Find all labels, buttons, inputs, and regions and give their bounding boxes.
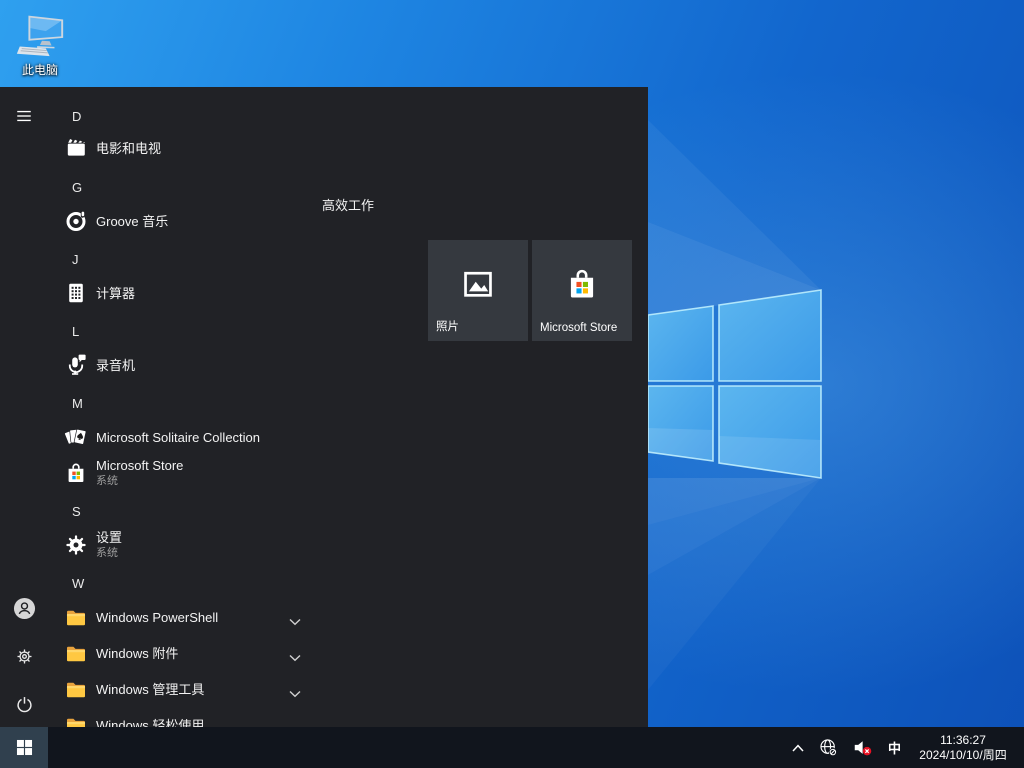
app-list-item[interactable]: Windows 附件 [52, 635, 308, 671]
movies-tv-icon [64, 136, 88, 160]
clock-time: 11:36:27 [940, 733, 986, 748]
section-header-J[interactable]: J [52, 241, 308, 277]
volume-muted-icon [852, 737, 874, 759]
start-menu: D 电影和电视 G Groove 音乐 J 计算器 L 录音机 M Microsoft … [0, 87, 648, 727]
app-list-item[interactable]: 计算器 [52, 275, 308, 311]
voice-recorder-icon [64, 353, 88, 377]
chevron-up-icon [791, 741, 805, 755]
app-label: Groove 音乐 [96, 214, 168, 229]
tile-label: 照片 [436, 318, 459, 334]
app-list-item[interactable]: Groove 音乐 [52, 203, 308, 239]
power-button[interactable] [0, 680, 48, 727]
solitaire-icon [64, 425, 88, 449]
user-icon [13, 597, 36, 620]
app-list-item[interactable]: Windows 轻松使用 [52, 707, 308, 727]
section-header-G[interactable]: G [52, 169, 308, 205]
ime-mode-indicator[interactable]: 中 [884, 738, 905, 757]
tile-store[interactable]: Microsoft Store [532, 240, 632, 341]
section-header-W[interactable]: W [52, 565, 308, 601]
start-menu-rail [0, 87, 48, 727]
settings-button[interactable] [0, 632, 48, 680]
section-header-M[interactable]: M [52, 385, 308, 421]
desktop-icon-label: 此电脑 [22, 61, 58, 78]
gear-icon [14, 646, 35, 667]
section-letter: M [52, 396, 83, 411]
app-list-item[interactable]: 录音机 [52, 347, 308, 383]
network-status-button[interactable] [815, 727, 842, 768]
section-letter: W [52, 576, 84, 591]
folder-icon [64, 677, 88, 701]
chevron-down-icon[interactable] [289, 613, 301, 621]
desktop-icon-this-pc[interactable]: 此电脑 [10, 6, 70, 78]
folder-icon [64, 641, 88, 665]
taskbar: 中 11:36:27 2024/10/10/周四 [0, 727, 1024, 768]
app-label: Windows PowerShell [96, 610, 218, 625]
app-sublabel: 系统 [96, 474, 183, 489]
start-button[interactable] [0, 727, 48, 768]
photos-icon [461, 267, 495, 301]
expand-menu-button[interactable] [0, 92, 48, 140]
app-label: 录音机 [96, 358, 135, 373]
hamburger-icon [15, 107, 33, 125]
tile-label: Microsoft Store [540, 322, 617, 334]
user-account-button[interactable] [0, 584, 48, 632]
this-pc-icon [13, 6, 67, 60]
section-letter: D [52, 109, 81, 124]
app-label: Microsoft Store [96, 458, 183, 473]
tile-group-title: 高效工作 [322, 195, 374, 214]
app-label: 设置 [96, 530, 122, 545]
app-list-item[interactable]: Windows 管理工具 [52, 671, 308, 707]
section-letter: S [52, 504, 81, 519]
app-label: Microsoft Solitaire Collection [96, 430, 260, 445]
app-list-item[interactable]: Windows PowerShell [52, 599, 308, 635]
tile-photos[interactable]: 照片 [428, 240, 528, 341]
power-icon [14, 694, 35, 715]
calculator-icon [64, 281, 88, 305]
folder-icon [64, 605, 88, 629]
section-header-L[interactable]: L [52, 313, 308, 349]
store-icon [64, 461, 88, 485]
app-list-item[interactable]: Microsoft Solitaire Collection [52, 419, 308, 455]
chevron-down-icon[interactable] [289, 685, 301, 693]
folder-icon [64, 713, 88, 727]
app-label: Windows 轻松使用 [96, 718, 204, 728]
app-label: 电影和电视 [96, 141, 161, 156]
app-list-item[interactable]: 设置系统 [52, 523, 308, 567]
app-label: 计算器 [96, 286, 135, 301]
app-sublabel: 系统 [96, 546, 122, 561]
system-tray: 中 11:36:27 2024/10/10/周四 [788, 727, 1024, 768]
store-icon [564, 266, 600, 302]
taskbar-clock[interactable]: 11:36:27 2024/10/10/周四 [912, 733, 1014, 763]
section-letter: J [52, 252, 79, 267]
windows-start-icon [16, 739, 33, 756]
section-letter: G [52, 180, 82, 195]
section-header-D[interactable]: D [52, 98, 308, 134]
app-label: Windows 附件 [96, 646, 178, 661]
app-label: Windows 管理工具 [96, 682, 204, 697]
show-hidden-icons-button[interactable] [788, 727, 808, 768]
globe-no-internet-icon [818, 737, 839, 758]
volume-button[interactable] [849, 727, 877, 768]
clock-date: 2024/10/10/周四 [919, 748, 1006, 763]
app-list-item[interactable]: 电影和电视 [52, 130, 308, 166]
chevron-down-icon[interactable] [289, 649, 301, 657]
gear-solid-icon [64, 533, 88, 557]
groove-icon [64, 209, 88, 233]
app-list-item[interactable]: Microsoft Store系统 [52, 451, 308, 495]
section-letter: L [52, 324, 79, 339]
